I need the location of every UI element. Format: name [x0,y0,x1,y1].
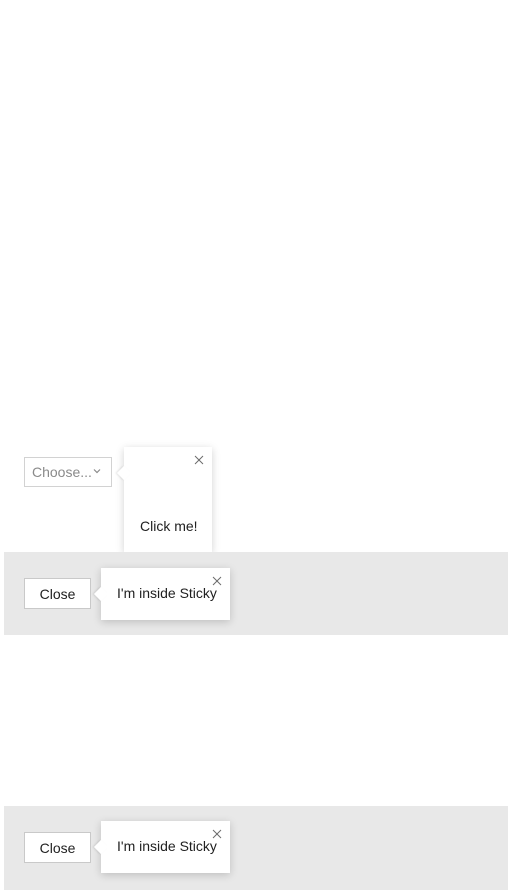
popover-text: I'm inside Sticky [117,585,217,601]
choose-select[interactable]: Choose... [24,457,112,487]
popover-sticky: I'm inside Sticky [93,568,230,620]
chevron-down-icon [93,469,101,474]
close-button[interactable]: Close [24,832,91,863]
popover-sticky: I'm inside Sticky [93,821,230,873]
sticky-section: Close I'm inside Sticky [4,552,508,635]
select-placeholder: Choose... [32,464,92,480]
popover-text: I'm inside Sticky [117,838,217,854]
close-button[interactable]: Close [24,578,91,609]
close-icon[interactable] [194,455,204,465]
popover-arrow [93,586,109,602]
popover-text: Click me! [140,518,198,534]
popover-arrow [93,839,109,855]
page: Choose... Click me! Close I'm inside Sti… [0,0,508,893]
popover-click-me: Click me! [116,447,212,552]
sticky-section: Close I'm inside Sticky [4,806,508,890]
popover-arrow [116,465,132,481]
